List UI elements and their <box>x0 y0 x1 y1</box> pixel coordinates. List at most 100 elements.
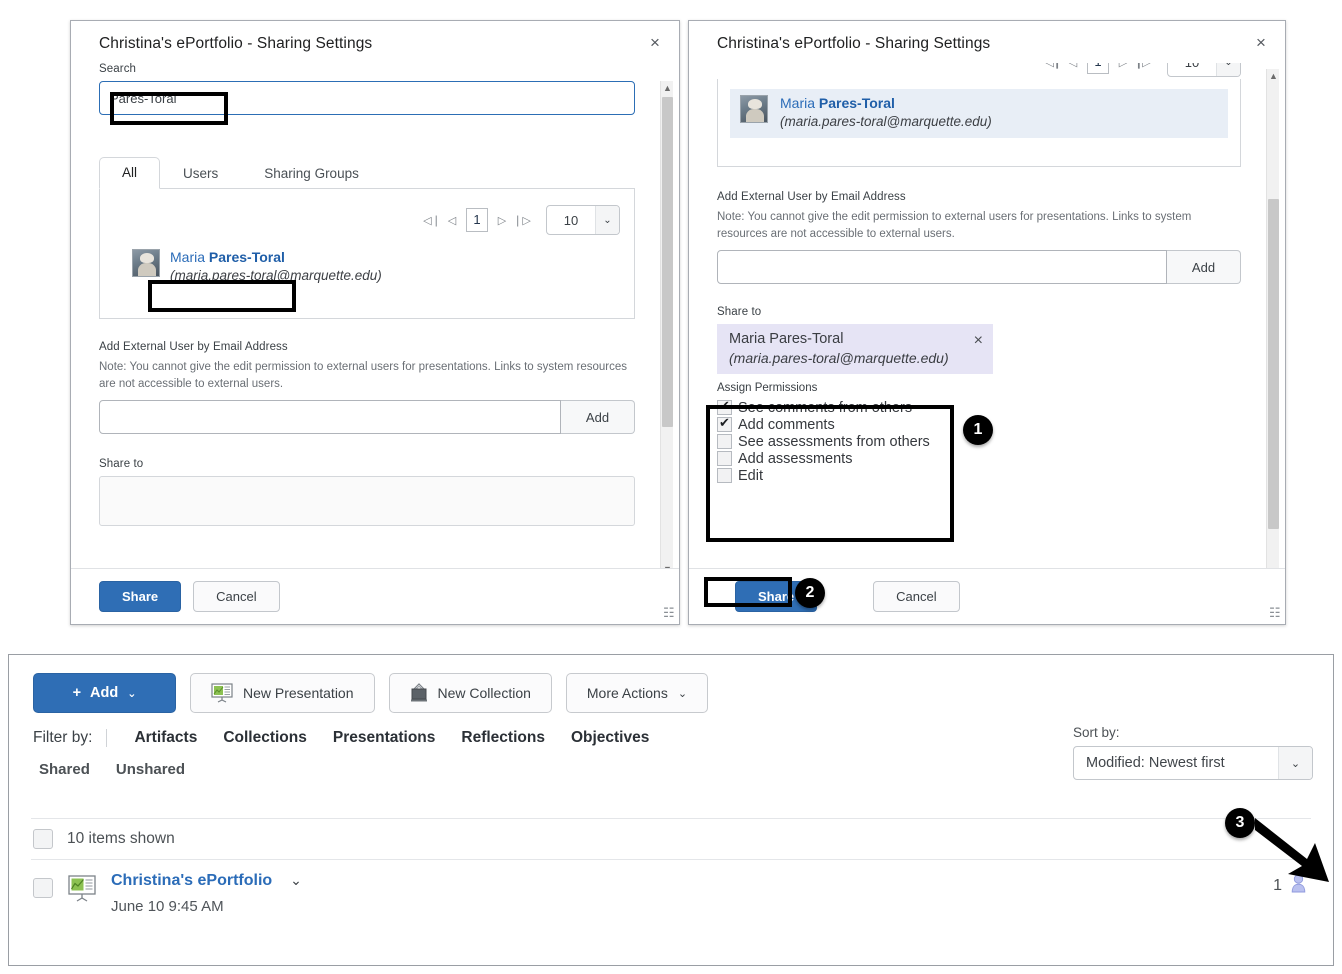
result-user-lastname: Pares-Toral <box>209 249 285 265</box>
search-results-panel: Maria Pares-Toral (maria.pares-toral@mar… <box>717 79 1241 167</box>
result-user-firstname: Maria <box>170 249 209 265</box>
close-icon[interactable]: × <box>645 33 665 53</box>
page-size-select[interactable]: 10 ⌄ <box>546 205 620 235</box>
plus-icon: + <box>73 685 81 701</box>
right-dialog-body: ◁┃ ◁ 1 ▷ ┃▷ 10 ⌄ Maria Pares-Toral (mari… <box>689 63 1285 550</box>
permission-row[interactable]: Add assessments <box>717 451 1241 467</box>
filter-shared[interactable]: Shared <box>39 761 90 778</box>
chevron-down-icon: ⌄ <box>1216 63 1240 76</box>
tab-users[interactable]: Users <box>160 158 241 189</box>
right-sharing-settings-dialog: Christina's ePortfolio - Sharing Setting… <box>688 20 1286 625</box>
list-header-row: 10 items shown <box>9 819 1333 859</box>
row-checkbox[interactable] <box>33 878 53 898</box>
avatar <box>132 249 160 277</box>
chip-user-name: Maria Pares-Toral <box>729 330 968 348</box>
pager-prev-button[interactable]: ◁ <box>1063 63 1083 69</box>
scrollbar-thumb[interactable] <box>1268 199 1279 529</box>
permission-label: See assessments from others <box>738 434 930 450</box>
filter-collections[interactable]: Collections <box>210 729 320 747</box>
pager-last-button[interactable]: ❘▷ <box>512 214 532 227</box>
result-user-email: (maria.pares-toral@marquette.edu) <box>170 267 382 285</box>
pager-next-button[interactable]: ▷ <box>1113 63 1133 69</box>
external-email-input[interactable] <box>99 400 561 434</box>
checkbox-see-comments-from-others[interactable] <box>717 400 732 415</box>
chevron-down-icon[interactable]: ⌄ <box>290 873 302 889</box>
scroll-up-icon[interactable]: ▲ <box>1267 69 1280 83</box>
left-sharing-settings-dialog: Christina's ePortfolio - Sharing Setting… <box>70 20 680 625</box>
pager-current-page[interactable]: 1 <box>1087 63 1109 74</box>
binder-clip-icon <box>410 683 428 703</box>
filter-objectives[interactable]: Objectives <box>558 729 662 747</box>
checkbox-add-comments[interactable] <box>717 417 732 432</box>
share-to-label: Share to <box>717 306 1241 318</box>
filter-unshared[interactable]: Unshared <box>116 761 185 778</box>
cancel-button[interactable]: Cancel <box>193 581 279 612</box>
add-external-user-button[interactable]: Add <box>1167 250 1241 284</box>
checkbox-add-assessments[interactable] <box>717 451 732 466</box>
more-actions-button[interactable]: More Actions ⌄ <box>566 673 708 713</box>
permission-row[interactable]: Edit <box>717 468 1241 484</box>
item-date: June 10 9:45 AM <box>111 898 302 915</box>
more-actions-label: More Actions <box>587 685 668 701</box>
item-title-link[interactable]: Christina's ePortfolio <box>111 872 272 890</box>
items-shown-count: 10 items shown <box>67 830 175 848</box>
external-email-input[interactable] <box>717 250 1167 284</box>
new-collection-button[interactable]: New Collection <box>389 673 552 713</box>
scrollbar-thumb[interactable] <box>662 97 673 427</box>
left-dialog-body: Search All Users Sharing Groups ◁❘ ◁ 1 ▷… <box>71 63 679 550</box>
pager-prev-button[interactable]: ◁ <box>442 214 462 227</box>
permission-label: Add comments <box>738 417 835 433</box>
new-presentation-button[interactable]: New Presentation <box>190 673 375 713</box>
callout-badge-3: 3 <box>1225 808 1255 838</box>
callout-badge-1: 1 <box>963 415 993 445</box>
filter-artifacts[interactable]: Artifacts <box>121 729 210 747</box>
external-user-add-row: Add <box>99 400 635 434</box>
search-result-row[interactable]: Maria Pares-Toral (maria.pares-toral@mar… <box>112 245 622 288</box>
sort-by-label: Sort by: <box>1073 725 1313 740</box>
close-icon[interactable]: × <box>1251 33 1271 53</box>
result-user-lastname: Pares-Toral <box>819 95 895 111</box>
dialog-scrollbar[interactable]: ▲ ▼ <box>1266 69 1279 581</box>
pager-last-button[interactable]: ┃▷ <box>1133 63 1153 69</box>
avatar <box>740 95 768 123</box>
right-dialog-footer: Share Cancel ☷ <box>689 568 1285 624</box>
search-input[interactable] <box>99 81 635 115</box>
selected-result-row[interactable]: Maria Pares-Toral (maria.pares-toral@mar… <box>730 89 1228 138</box>
pager-next-button[interactable]: ▷ <box>492 214 512 227</box>
pagination: ◁❘ ◁ 1 ▷ ❘▷ 10 ⌄ <box>112 199 622 245</box>
share-button[interactable]: Share <box>99 581 181 612</box>
permission-label: See comments from others <box>738 400 912 416</box>
add-button[interactable]: + Add ⌄ <box>33 673 176 713</box>
pager-first-button[interactable]: ◁┃ <box>1043 63 1063 69</box>
select-all-checkbox[interactable] <box>33 829 53 849</box>
left-dialog-header: Christina's ePortfolio - Sharing Setting… <box>71 21 679 63</box>
resize-handle-icon[interactable]: ☷ <box>663 606 675 621</box>
left-dialog-footer: Share Cancel ☷ <box>71 568 679 624</box>
remove-chip-icon[interactable]: × <box>974 332 983 350</box>
permission-label: Edit <box>738 468 763 484</box>
dialog-scrollbar[interactable]: ▲ ▼ <box>660 81 673 576</box>
filter-reflections[interactable]: Reflections <box>448 729 558 747</box>
result-user-name[interactable]: Maria Pares-Toral <box>170 249 382 267</box>
scroll-up-icon[interactable]: ▲ <box>661 81 674 95</box>
pager-first-button[interactable]: ◁❘ <box>422 214 442 227</box>
tab-sharing-groups[interactable]: Sharing Groups <box>241 158 382 189</box>
chevron-down-icon: ⌄ <box>127 687 136 700</box>
cancel-button[interactable]: Cancel <box>873 581 959 612</box>
tab-all[interactable]: All <box>99 157 160 189</box>
permission-row[interactable]: See comments from others <box>717 400 1241 416</box>
add-external-user-button[interactable]: Add <box>561 400 635 434</box>
result-user-firstname: Maria <box>780 95 819 111</box>
result-user-name[interactable]: Maria Pares-Toral <box>780 95 992 113</box>
checkbox-see-assessments-from-others[interactable] <box>717 434 732 449</box>
page-size-select[interactable]: 10 ⌄ <box>1167 63 1241 77</box>
checkbox-edit[interactable] <box>717 468 732 483</box>
share-to-label: Share to <box>99 458 635 470</box>
sort-by-value: Modified: Newest first <box>1074 755 1278 771</box>
sort-by-select[interactable]: Modified: Newest first ⌄ <box>1073 746 1313 780</box>
resize-handle-icon[interactable]: ☷ <box>1269 606 1281 621</box>
filter-presentations[interactable]: Presentations <box>320 729 449 747</box>
share-to-box[interactable] <box>99 476 635 526</box>
divider <box>106 729 107 747</box>
pager-current-page[interactable]: 1 <box>466 208 488 232</box>
